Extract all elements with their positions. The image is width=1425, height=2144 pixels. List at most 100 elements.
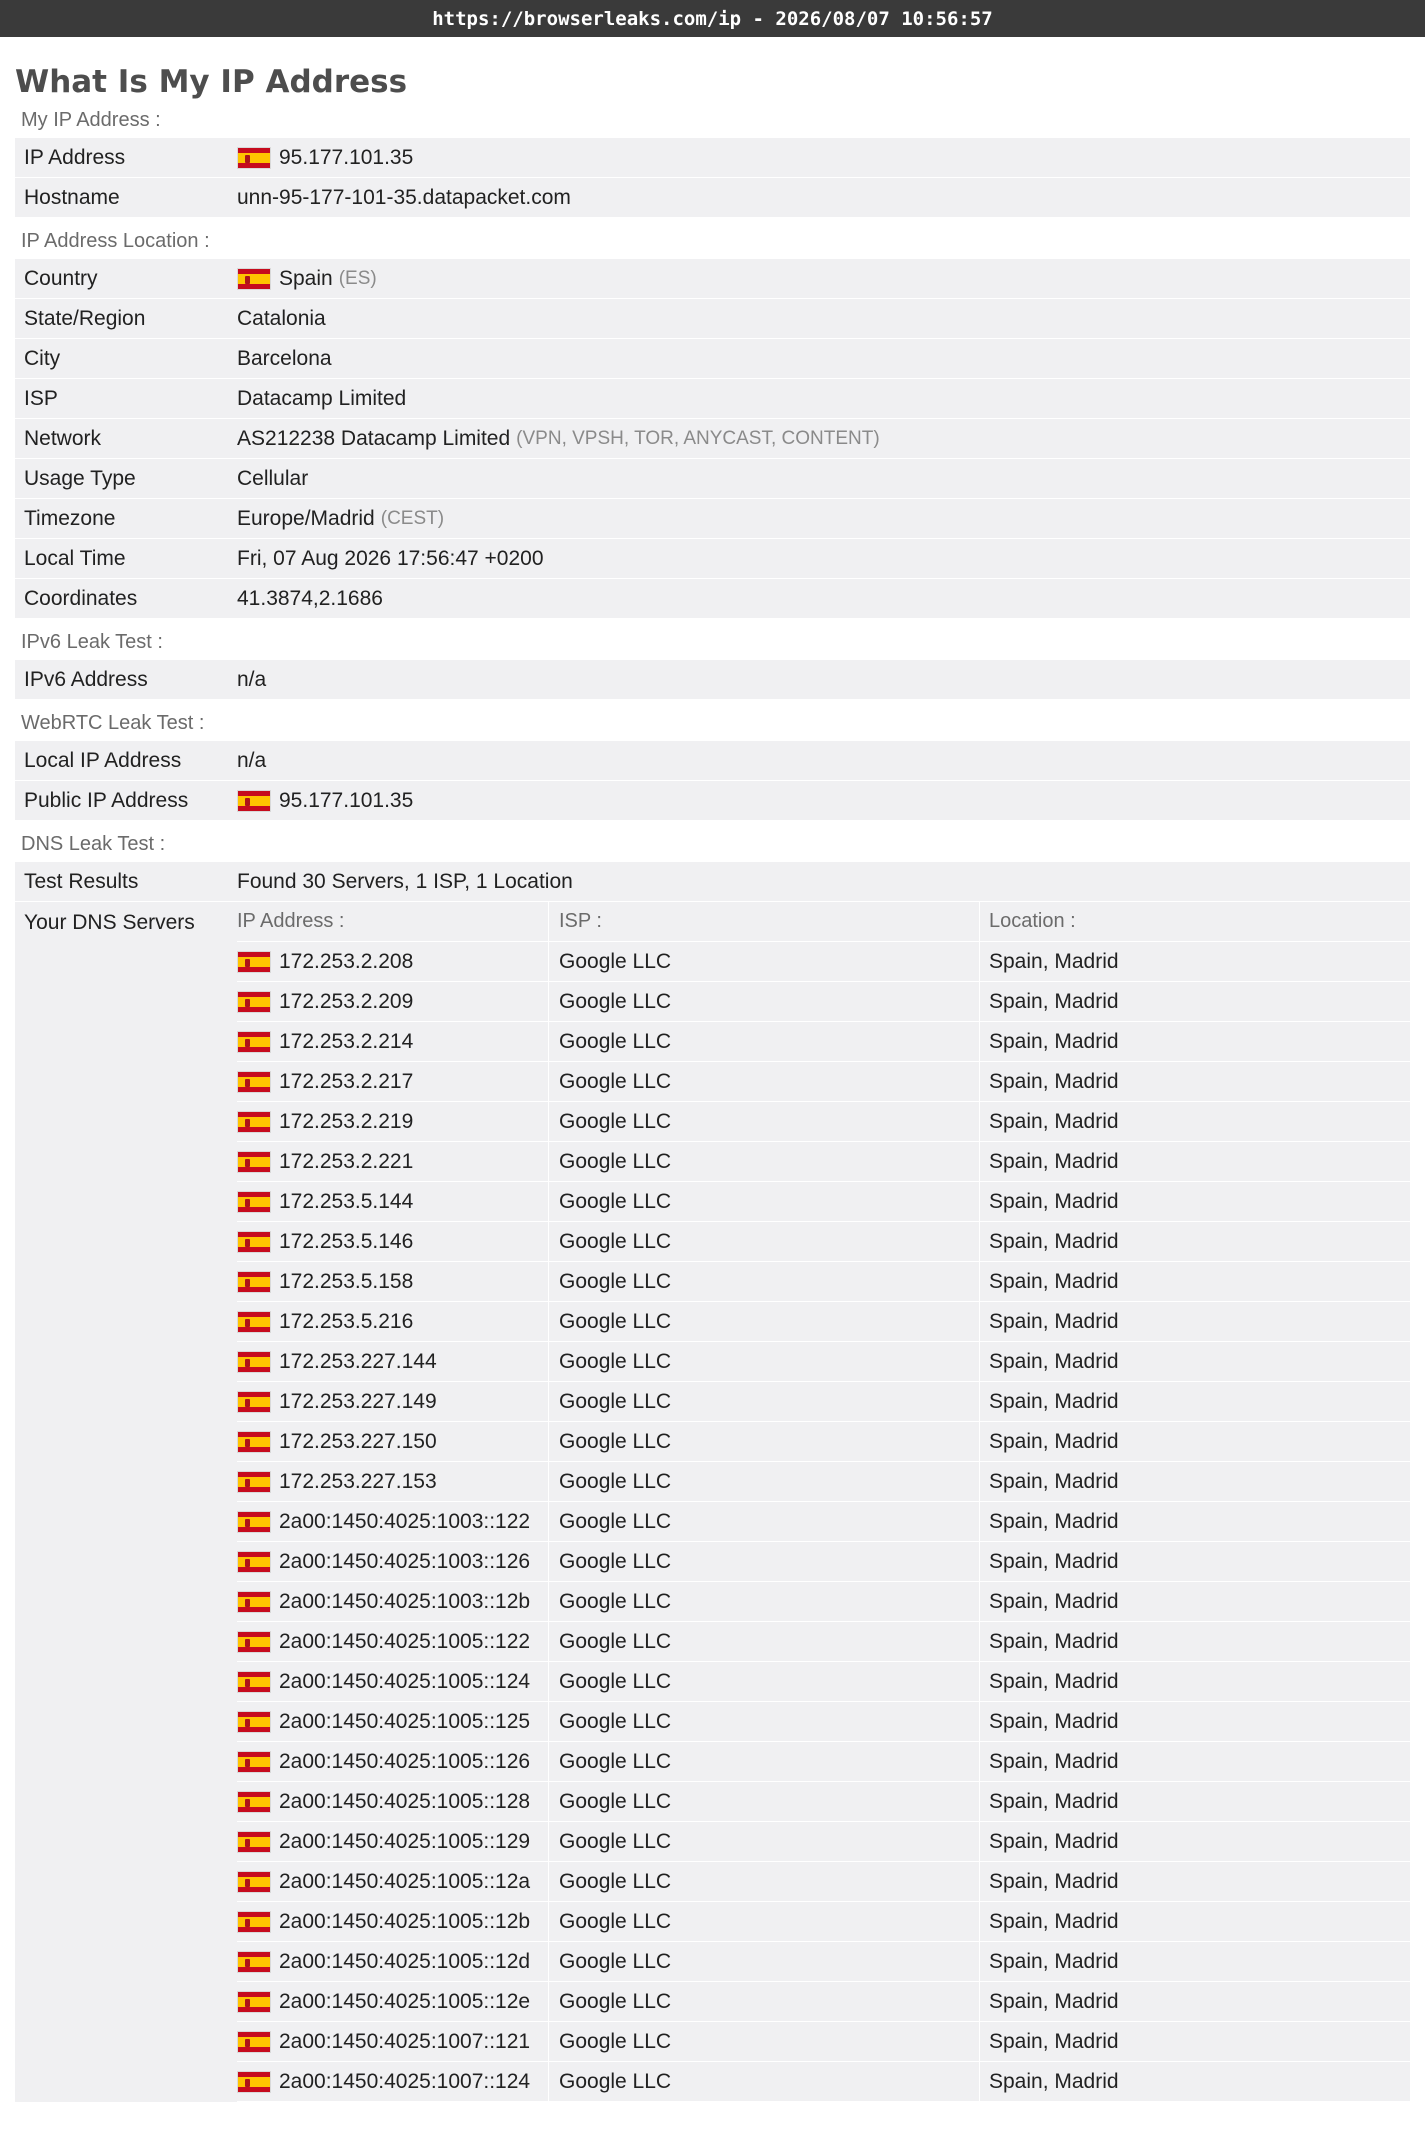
dns-ip-cell: 2a00:1450:4025:1005::12d [237,1942,549,1981]
local-time-label: Local Time [24,546,126,570]
network-value: AS212238 Datacamp Limited [237,426,511,450]
dns-isp-cell: Google LLC [549,1342,980,1381]
timezone-abbr: (CEST) [380,507,445,529]
dns-ip-cell: 2a00:1450:4025:1005::124 [237,1662,549,1701]
dns-isp-cell: Google LLC [549,1742,980,1781]
spain-flag-icon [237,950,271,973]
table-row: 172.253.2.217 Google LLC Spain, Madrid [237,1062,1410,1102]
dns-ip-cell: 172.253.5.158 [237,1262,549,1301]
spain-flag-icon [237,1590,271,1613]
dns-ip-value: 2a00:1450:4025:1005::128 [279,1789,531,1813]
spain-flag-icon [237,990,271,1013]
col-ip-header: IP Address : [237,902,549,941]
spain-flag-icon [237,1790,271,1813]
spain-flag-icon [237,2070,271,2093]
dns-ip-value: 172.253.2.219 [279,1109,414,1133]
spain-flag-icon [237,1750,271,1773]
dns-servers-block: Your DNS Servers IP Address : ISP : Loca… [15,902,1410,2102]
network-tags: (VPN, VPSH, TOR, ANYCAST, CONTENT) [516,427,880,449]
dns-ip-value: 2a00:1450:4025:1005::129 [279,1829,531,1853]
dns-table-header: IP Address : ISP : Location : [237,902,1410,942]
dns-isp-cell: Google LLC [549,1462,980,1501]
dns-location-cell: Spain, Madrid [989,2029,1119,2053]
spain-flag-icon [237,1350,271,1373]
dns-ip-value: 2a00:1450:4025:1005::12e [279,1989,531,2013]
dns-ip-cell: 2a00:1450:4025:1007::124 [237,2062,549,2101]
table-row: 2a00:1450:4025:1005::124 Google LLC Spain,… [237,1662,1410,1702]
timezone-value: Europe/Madrid [237,506,375,530]
spain-flag-icon [237,267,271,290]
row-hostname: Hostname unn-95-177-101-35.datapacket.co… [15,178,1410,218]
dns-ip-value: 2a00:1450:4025:1003::122 [279,1509,531,1533]
dns-ip-cell: 2a00:1450:4025:1005::126 [237,1742,549,1781]
table-row: 2a00:1450:4025:1005::12e Google LLC Spain,… [237,1982,1410,2022]
dns-isp-cell: Google LLC [549,1502,980,1541]
spain-flag-icon [237,1510,271,1533]
table-row: 172.253.5.144 Google LLC Spain, Madrid [237,1182,1410,1222]
dns-isp-cell: Google LLC [549,1422,980,1461]
dns-location-cell: Spain, Madrid [989,1469,1119,1493]
dns-ip-cell: 172.253.2.219 [237,1102,549,1141]
dns-location-cell: Spain, Madrid [989,1669,1119,1693]
dns-isp-cell: Google LLC [549,2062,980,2101]
dns-location-cell: Spain, Madrid [989,1509,1119,1533]
dns-ip-cell: 172.253.2.209 [237,982,549,1021]
usage-type-label: Usage Type [24,466,136,490]
row-region: State/Region Catalonia [15,299,1410,339]
dns-location-cell: Spain, Madrid [989,1909,1119,1933]
dns-ip-cell: 2a00:1450:4025:1005::125 [237,1702,549,1741]
dns-ip-value: 172.253.227.150 [279,1429,437,1453]
ip-address-value: 95.177.101.35 [279,145,414,169]
ipv6-value: n/a [237,667,267,691]
isp-value: Datacamp Limited [237,386,407,410]
spain-flag-icon [237,1870,271,1893]
region-value: Catalonia [237,306,326,330]
dns-location-cell: Spain, Madrid [989,1269,1119,1293]
spain-flag-icon [237,789,271,812]
dns-isp-cell: Google LLC [549,1782,980,1821]
coordinates-value: 41.3874,2.1686 [237,586,383,610]
spain-flag-icon [237,1150,271,1173]
table-row: 2a00:1450:4025:1003::122 Google LLC Spain,… [237,1502,1410,1542]
table-row: 172.253.2.214 Google LLC Spain, Madrid [237,1022,1410,1062]
dns-ip-cell: 2a00:1450:4025:1003::126 [237,1542,549,1581]
dns-ip-value: 172.253.5.146 [279,1229,414,1253]
table-row: 2a00:1450:4025:1005::129 Google LLC Spain,… [237,1822,1410,1862]
dns-location-cell: Spain, Madrid [989,989,1119,1013]
row-test-results: Test Results Found 30 Servers, 1 ISP, 1 … [15,862,1410,902]
spain-flag-icon [237,1430,271,1453]
region-label: State/Region [24,306,146,330]
dns-servers-label: Your DNS Servers [24,911,195,934]
dns-location-cell: Spain, Madrid [989,1869,1119,1893]
spain-flag-icon [237,1030,271,1053]
public-ip-value: 95.177.101.35 [279,788,414,812]
table-row: 2a00:1450:4025:1003::126 Google LLC Spain,… [237,1542,1410,1582]
row-country: Country Spain (ES) [15,259,1410,299]
dns-ip-cell: 2a00:1450:4025:1005::12e [237,1982,549,2021]
dns-location-cell: Spain, Madrid [989,1349,1119,1373]
spain-flag-icon [237,1470,271,1493]
url-timestamp-bar: https://browserleaks.com/ip - 2026/08/07… [0,0,1425,37]
dns-ip-cell: 2a00:1450:4025:1003::122 [237,1502,549,1541]
dns-ip-value: 2a00:1450:4025:1005::122 [279,1629,531,1653]
dns-isp-cell: Google LLC [549,1662,980,1701]
hostname-label: Hostname [24,185,120,209]
dns-ip-value: 172.253.2.217 [279,1069,414,1093]
row-city: City Barcelona [15,339,1410,379]
row-ipv6-address: IPv6 Address n/a [15,660,1410,700]
dns-isp-cell: Google LLC [549,982,980,1021]
network-label: Network [24,426,102,450]
dns-isp-cell: Google LLC [549,1862,980,1901]
url-text: https://browserleaks.com/ip - 2026/08/07… [432,7,993,30]
row-coordinates: Coordinates 41.3874,2.1686 [15,579,1410,619]
table-row: 2a00:1450:4025:1005::125 Google LLC Spain,… [237,1702,1410,1742]
dns-isp-cell: Google LLC [549,2022,980,2061]
dns-ip-value: 2a00:1450:4025:1005::125 [279,1709,531,1733]
table-row: 172.253.2.221 Google LLC Spain, Madrid [237,1142,1410,1182]
dns-ip-value: 172.253.5.144 [279,1189,414,1213]
section-location: IP Address Location : [21,230,210,252]
dns-location-cell: Spain, Madrid [989,1189,1119,1213]
dns-ip-value: 172.253.5.216 [279,1309,414,1333]
dns-isp-cell: Google LLC [549,1702,980,1741]
dns-location-cell: Spain, Madrid [989,1429,1119,1453]
